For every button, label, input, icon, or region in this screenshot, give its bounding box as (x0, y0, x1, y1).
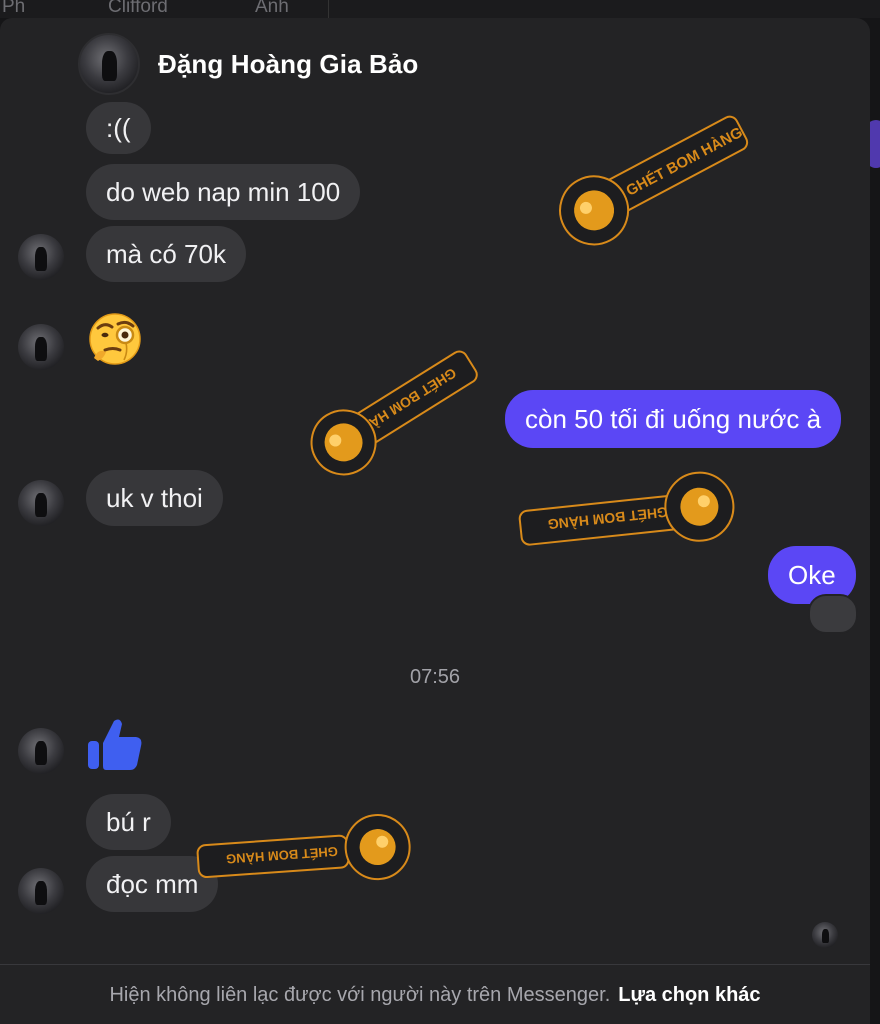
message-timestamp: 07:56 (409, 666, 461, 688)
sender-avatar[interactable] (18, 728, 64, 774)
chat-header[interactable]: Đặng Hoàng Gia Bảo (78, 32, 418, 96)
tab-divider (328, 0, 329, 18)
chat-panel: Đặng Hoàng Gia Bảo :(( do web nap min 10… (0, 18, 870, 1024)
watermark-logo: GHÉT BOM HÀNG (196, 814, 411, 881)
background-tab-strip: Ph Clifford Anh (0, 0, 880, 18)
sender-avatar[interactable] (18, 234, 64, 280)
contact-avatar[interactable] (78, 33, 140, 95)
watermark-logo: GHÉT BOM HÀNG (518, 471, 735, 546)
monocle-face-icon[interactable] (88, 312, 142, 366)
message-bubble-incoming[interactable]: uk v thoi (86, 470, 223, 526)
messenger-unavailable-bar: Hiện không liên lạc được với người này t… (0, 964, 870, 1024)
contact-name[interactable]: Đặng Hoàng Gia Bảo (158, 49, 418, 80)
message-bubble-incoming[interactable]: do web nap min 100 (86, 164, 361, 220)
other-options-link[interactable]: Lựa chọn khác (618, 984, 760, 1007)
unavailable-notice: Hiện không liên lạc được với người này t… (109, 983, 611, 1006)
sender-avatar[interactable] (18, 868, 64, 914)
watermark-logo: GHÉT BOM HÀNG (559, 115, 749, 246)
background-tab-1: Ph (2, 0, 26, 17)
watermark-text: GHÉT BOM HÀNG (623, 124, 745, 200)
message-bubble-outgoing[interactable]: còn 50 tối đi uống nước à (505, 390, 842, 448)
thumbs-up-icon[interactable] (86, 715, 144, 773)
background-tab-2: Clifford (108, 0, 168, 17)
sender-avatar[interactable] (18, 324, 64, 370)
background-tab-3: Anh (255, 0, 289, 17)
watermark-logo: GHÉT BOM HÀNG (310, 350, 478, 476)
message-bubble-incoming[interactable]: :(( (86, 102, 151, 154)
watermark-text: GHÉT BOM HÀNG (547, 504, 669, 533)
watermark-text: GHÉT BOM HÀNG (348, 365, 459, 443)
watermark-text: GHÉT BOM HÀNG (226, 844, 339, 867)
message-bubble-incoming[interactable]: bú r (86, 794, 171, 850)
seen-receipt-avatar (812, 922, 838, 948)
sender-avatar[interactable] (18, 480, 64, 526)
message-bubble-incoming[interactable]: đọc mm (86, 856, 219, 912)
message-reaction[interactable] (808, 594, 858, 634)
message-bubble-incoming[interactable]: mà có 70k (86, 226, 246, 282)
